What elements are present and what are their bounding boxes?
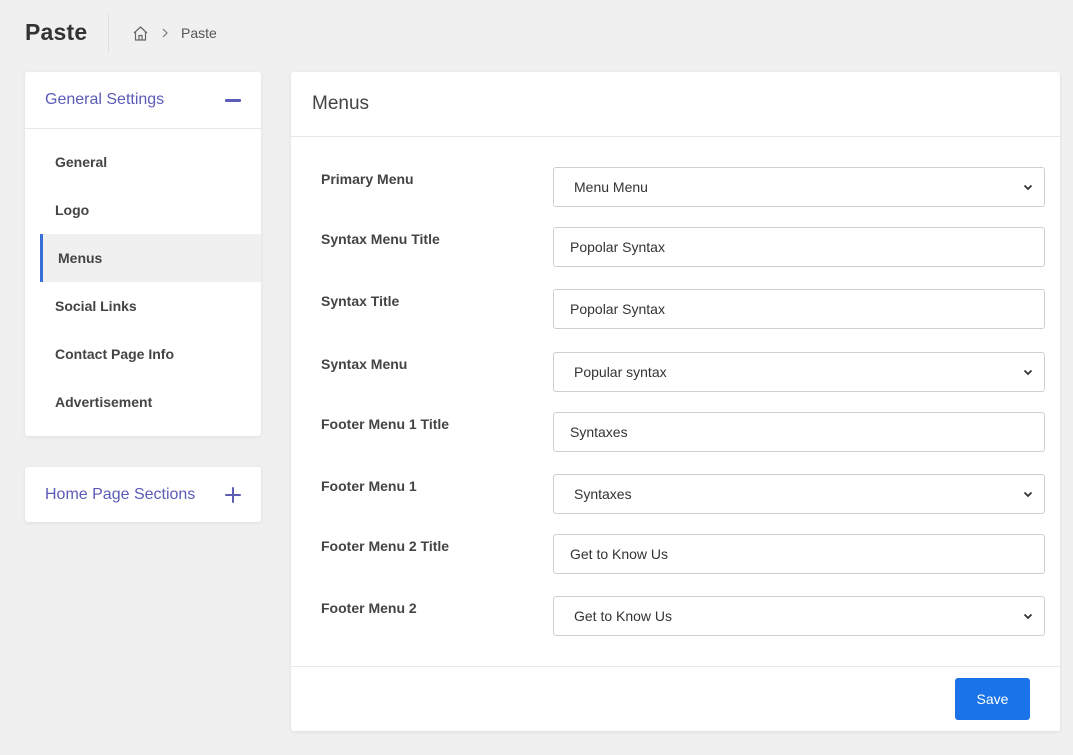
chevron-down-icon — [1023, 491, 1033, 498]
sidebar-item-label: Logo — [55, 202, 90, 218]
save-button[interactable]: Save — [955, 678, 1030, 720]
sidebar-item-label: Social Links — [55, 298, 137, 314]
sidebar-item-label: Contact Page Info — [55, 346, 175, 362]
home-page-sections-title: Home Page Sections — [45, 485, 196, 503]
footer-menu-1-label: Footer Menu 1 — [321, 478, 417, 494]
sidebar-item-general[interactable]: General — [25, 138, 261, 186]
primary-menu-select[interactable]: Menu Menu — [553, 167, 1045, 207]
footer-menu-2-title-input[interactable] — [553, 534, 1045, 574]
top-bar: Paste Paste — [0, 0, 1073, 66]
sidebar-item-social-links[interactable]: Social Links — [25, 282, 261, 330]
general-settings-title: General Settings — [45, 91, 165, 108]
syntax-menu-label: Syntax Menu — [321, 356, 408, 372]
settings-nav: General Logo Menus Social Links Contact … — [25, 129, 261, 426]
chevron-right-icon — [159, 27, 171, 39]
home-page-sections-panel: Home Page Sections — [25, 467, 261, 522]
sidebar-item-label: General — [55, 154, 108, 170]
primary-menu-label: Primary Menu — [321, 171, 414, 187]
sidebar-item-contact-page-info[interactable]: Contact Page Info — [25, 330, 261, 378]
footer-menu-2-label: Footer Menu 2 — [321, 600, 417, 616]
collapse-minus-icon[interactable] — [225, 92, 241, 108]
footer-menu-1-select[interactable]: Syntaxes — [553, 474, 1045, 514]
sidebar-item-advertisement[interactable]: Advertisement — [25, 378, 261, 426]
sidebar-item-label: Menus — [58, 250, 103, 266]
syntax-menu-select[interactable]: Popular syntax — [553, 352, 1045, 392]
card-title: Menus — [291, 72, 1060, 137]
footer-menu-2-select[interactable]: Get to Know Us — [553, 596, 1045, 636]
select-value: Menu Menu — [574, 179, 648, 195]
menus-settings-card: Menus Primary Menu Menu Menu Syntax Menu… — [291, 72, 1060, 731]
general-settings-header[interactable]: General Settings — [25, 72, 261, 129]
syntax-menu-title-label: Syntax Menu Title — [321, 231, 440, 247]
card-footer: Save — [291, 666, 1060, 731]
syntax-menu-title-input[interactable] — [553, 227, 1045, 267]
sidebar-item-menus[interactable]: Menus — [40, 234, 261, 282]
chevron-down-icon — [1023, 369, 1033, 376]
general-settings-panel: General Settings General Logo Menus Soci… — [25, 72, 261, 436]
chevron-down-icon — [1023, 184, 1033, 191]
syntax-title-label: Syntax Title — [321, 293, 400, 309]
expand-plus-icon[interactable] — [225, 486, 241, 503]
chevron-down-icon — [1023, 613, 1033, 620]
breadcrumb-current: Paste — [181, 25, 217, 41]
sidebar-item-label: Advertisement — [55, 394, 153, 410]
sidebar-item-logo[interactable]: Logo — [25, 186, 261, 234]
page-title: Paste — [25, 19, 88, 45]
title-divider — [108, 14, 109, 52]
home-icon[interactable] — [132, 25, 149, 42]
breadcrumb: Paste — [132, 22, 217, 44]
footer-menu-2-title-label: Footer Menu 2 Title — [321, 538, 450, 554]
syntax-title-input[interactable] — [553, 289, 1045, 329]
home-page-sections-header[interactable]: Home Page Sections — [25, 467, 261, 522]
footer-menu-1-title-label: Footer Menu 1 Title — [321, 416, 450, 432]
select-value: Get to Know Us — [574, 608, 673, 624]
footer-menu-1-title-input[interactable] — [553, 412, 1045, 452]
select-value: Popular syntax — [574, 364, 667, 380]
select-value: Syntaxes — [574, 486, 632, 502]
